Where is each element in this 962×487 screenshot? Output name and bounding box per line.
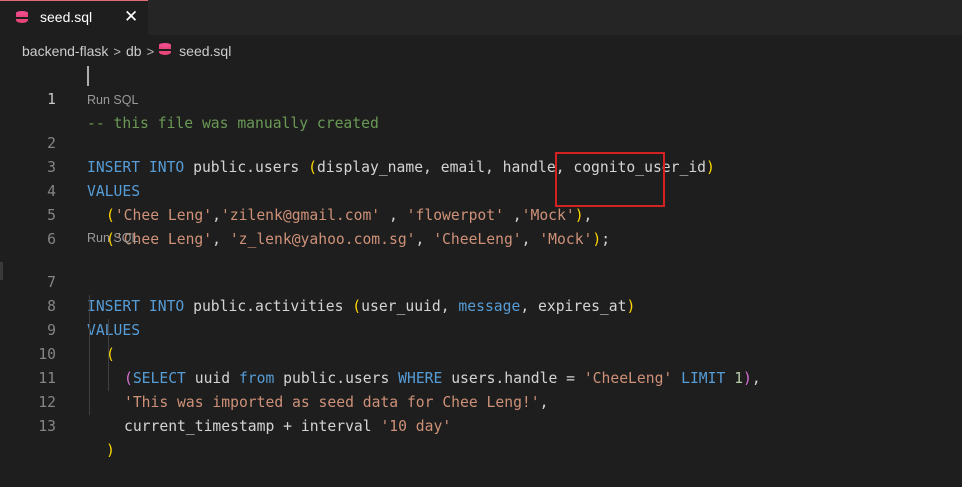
breadcrumb: backend-flask > db > seed.sql (22, 42, 231, 62)
code-line: 7 INSERT INTO public.activities (user_uu… (0, 247, 962, 315)
close-icon[interactable]: ✕ (124, 6, 138, 28)
line-number: 13 (38, 418, 56, 435)
breadcrumb-item-backend-flask[interactable]: backend-flask (22, 43, 108, 59)
code-line: 5 ('Chee Leng', 'z_lenk@yahoo.com.sg', '… (0, 180, 962, 248)
breadcrumb-item-db[interactable]: db (126, 43, 142, 59)
code-line: 4 ('Chee Leng','zilenk@gmail.com' , 'flo… (0, 156, 962, 224)
tab-bar: seed.sql ✕ (0, 0, 962, 35)
database-icon (159, 43, 172, 57)
sql-string: 'Mock' (539, 231, 593, 248)
sql-string: '10 day' (380, 418, 452, 435)
highlight-annotation-box (555, 152, 665, 207)
run-sql-codelens[interactable]: Run SQL (87, 90, 138, 110)
database-icon (16, 11, 28, 25)
code-line: 1 -- this file was manually created (0, 64, 962, 132)
code-line: 3 VALUES (0, 132, 962, 200)
tab-label[interactable]: seed.sql (40, 9, 92, 25)
sql-string: 'CheeLeng' (433, 231, 522, 248)
code-text: current_timestamp + interval '10 day' (124, 415, 451, 439)
chevron-right-icon: > (146, 43, 155, 59)
punctuation: , (415, 231, 434, 248)
code-line: 6 (0, 204, 962, 248)
code-text: ) (106, 439, 115, 463)
run-sql-codelens[interactable]: Run SQL (87, 228, 138, 248)
code-line: 2 INSERT INTO public.users (display_name… (0, 108, 962, 176)
sql-identifier: current_timestamp + interval (124, 418, 381, 435)
bracket: ) (592, 231, 602, 248)
text-cursor (87, 66, 89, 86)
breadcrumb-item-seed-sql[interactable]: seed.sql (179, 43, 231, 59)
chevron-right-icon: > (113, 43, 121, 59)
code-line: 10 (SELECT uuid from public.users WHERE … (0, 319, 962, 387)
punctuation: , (521, 231, 540, 248)
sql-string: 'z_lenk@yahoo.com.sg' (229, 231, 416, 248)
tab-seed-sql[interactable]: seed.sql ✕ (0, 0, 148, 35)
punctuation: , (212, 231, 230, 248)
code-line: 13 ) (0, 391, 962, 459)
code-line: 8 VALUES (0, 271, 962, 339)
punctuation: ; (601, 231, 611, 248)
code-line: 11 'This was imported as seed data for C… (0, 343, 962, 411)
code-line: 12 current_timestamp + interval '10 day' (0, 367, 962, 435)
code-line: 9 ( (0, 295, 962, 363)
